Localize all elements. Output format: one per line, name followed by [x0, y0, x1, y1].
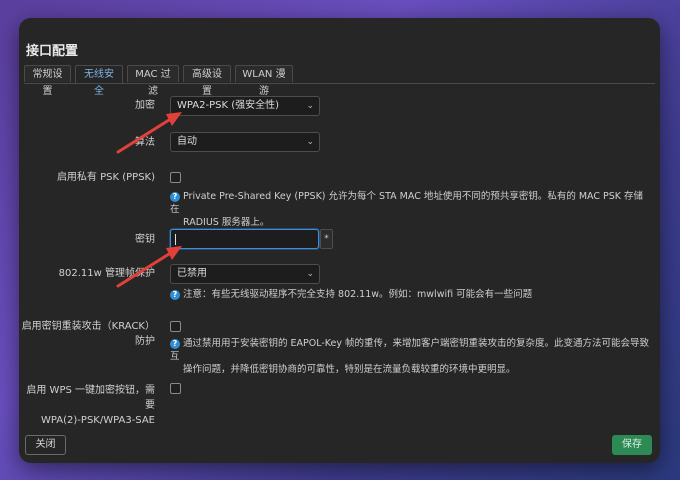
krack-label: 启用密钥重装攻击（KRACK） 防护	[19, 319, 155, 349]
cipher-value: 自动	[177, 136, 197, 147]
key-label: 密钥	[135, 234, 155, 245]
mfp-help: ? 注意：有些无线驱动程序不完全支持 802.11w。例如：mwlwifi 可能会…	[170, 288, 650, 301]
krack-label-line1: 启用密钥重装攻击（KRACK）	[21, 321, 155, 332]
encryption-select[interactable]: WPA2-PSK (强安全性) ⌄	[170, 96, 320, 116]
ppsk-checkbox[interactable]	[170, 172, 181, 183]
krack-label-line2: 防护	[135, 336, 155, 347]
tab-wireless-security[interactable]: 无线安全	[75, 65, 123, 97]
dialog-title: 接口配置	[26, 44, 79, 59]
cipher-label: 算法	[135, 137, 155, 148]
save-button[interactable]: 保存	[612, 435, 652, 455]
help-question-icon: ?	[170, 290, 180, 300]
krack-help-line1: 通过禁用用于安装密钥的 EAPOL-Key 帧的重传，来增加客户端密钥重装攻击的…	[170, 338, 650, 362]
text-caret	[175, 234, 176, 245]
mfp-select[interactable]: 已禁用 ⌄	[170, 264, 320, 284]
cipher-select[interactable]: 自动 ⌄	[170, 132, 320, 152]
mfp-value: 已禁用	[177, 268, 207, 279]
wps-label: 启用 WPS 一键加密按钮，需要 WPA(2)-PSK/WPA3-SAE	[19, 383, 155, 428]
ppsk-help-line1: Private Pre-Shared Key (PPSK) 允许为每个 STA …	[170, 191, 644, 215]
krack-help-line2: 操作问题，并降低密钥协商的可靠性，特别是在流量负载较重的环境中更明显。	[183, 364, 516, 375]
key-input[interactable]	[170, 229, 319, 249]
chevron-down-icon: ⌄	[306, 101, 314, 111]
tab-advanced[interactable]: 高级设置	[183, 65, 231, 97]
wps-label-line2: WPA(2)-PSK/WPA3-SAE	[41, 415, 155, 426]
encryption-value: WPA2-PSK (强安全性)	[177, 100, 280, 111]
krack-checkbox[interactable]	[170, 321, 181, 332]
mfp-help-text: 注意：有些无线驱动程序不完全支持 802.11w。例如：mwlwifi 可能会有…	[183, 289, 533, 300]
krack-help: ? 通过禁用用于安装密钥的 EAPOL-Key 帧的重传，来增加客户端密钥重装攻击…	[170, 337, 650, 376]
ppsk-help: ? Private Pre-Shared Key (PPSK) 允许为每个 STA…	[170, 190, 650, 229]
tab-wlan-roaming[interactable]: WLAN 漫游	[235, 65, 293, 97]
encryption-label: 加密	[135, 100, 155, 111]
interface-config-dialog: 接口配置 常规设置 无线安全 MAC 过滤 高级设置 WLAN 漫游 加密 WP…	[19, 18, 660, 463]
ppsk-help-line2: RADIUS 服务器上。	[183, 217, 270, 228]
chevron-down-icon: ⌄	[306, 269, 314, 279]
wps-checkbox[interactable]	[170, 383, 181, 394]
close-button[interactable]: 关闭	[25, 435, 66, 455]
ppsk-label: 启用私有 PSK (PPSK)	[56, 172, 155, 183]
wps-label-line1: 启用 WPS 一键加密按钮，需要	[26, 385, 155, 411]
mfp-label: 802.11w 管理帧保护	[58, 268, 155, 279]
tab-bar: 常规设置 无线安全 MAC 过滤 高级设置 WLAN 漫游	[24, 65, 655, 97]
help-question-icon: ?	[170, 192, 180, 202]
tab-mac-filter[interactable]: MAC 过滤	[127, 65, 179, 97]
chevron-down-icon: ⌄	[306, 137, 314, 147]
reveal-password-button[interactable]: *	[320, 229, 333, 249]
tab-general[interactable]: 常规设置	[24, 65, 71, 97]
help-question-icon: ?	[170, 339, 180, 349]
